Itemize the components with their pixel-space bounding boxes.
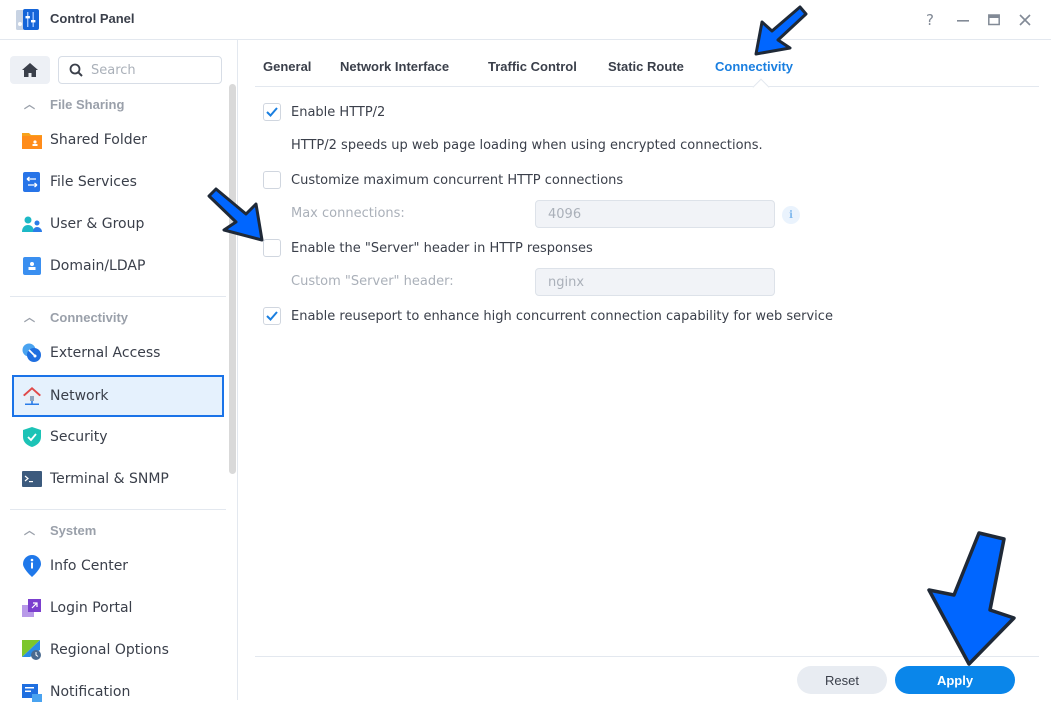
checkmark-icon	[266, 107, 278, 117]
http2-description: HTTP/2 speeds up web page loading when u…	[291, 138, 763, 153]
custom-server-header-input[interactable]: nginx	[535, 268, 775, 296]
custom-server-header-label: Custom "Server" header:	[291, 274, 454, 289]
sidebar-item-network[interactable]: Network	[12, 375, 224, 417]
sidebar-item-label: Domain/LDAP	[50, 258, 146, 274]
sidebar-item-label: User & Group	[50, 216, 145, 232]
max-connections-checkbox[interactable]	[263, 171, 281, 189]
sidebar-item-label: Security	[50, 429, 108, 445]
sidebar-item-label: File Services	[50, 174, 137, 190]
tab-bar: General Network Interface Traffic Contro…	[255, 40, 1039, 96]
server-header-checkbox[interactable]	[263, 239, 281, 257]
sidebar-item-regional-options[interactable]: Regional Options	[12, 630, 224, 670]
http2-option: Enable HTTP/2	[263, 103, 385, 121]
sidebar-item-label: Terminal & SNMP	[50, 471, 169, 487]
title-bar: Control Panel ?	[0, 0, 1051, 40]
http2-label: Enable HTTP/2	[291, 104, 386, 120]
section-header-system[interactable]: ︿ System	[24, 522, 96, 538]
search-box[interactable]	[58, 56, 222, 84]
tab-traffic-control[interactable]: Traffic Control	[488, 59, 577, 74]
annotation-arrow-icon	[927, 531, 1016, 666]
sidebar-item-label: Network	[50, 388, 109, 404]
tab-general[interactable]: General	[263, 59, 311, 74]
sidebar-item-file-services[interactable]: File Services	[12, 162, 224, 202]
sidebar-item-label: Regional Options	[50, 642, 169, 658]
reuseport-option: Enable reuseport to enhance high concurr…	[263, 307, 833, 325]
minimize-icon	[957, 20, 969, 22]
chevron-up-icon: ︿	[24, 525, 35, 537]
sidebar-item-info-center[interactable]: Info Center	[12, 546, 224, 586]
tab-connectivity[interactable]: Connectivity	[715, 59, 793, 74]
sidebar-item-terminal-snmp[interactable]: Terminal & SNMP	[12, 459, 224, 499]
apply-button[interactable]: Apply	[895, 666, 1015, 694]
control-panel-app-icon	[16, 9, 39, 30]
domain-ldap-icon	[22, 256, 42, 276]
sidebar-item-security[interactable]: Security	[12, 417, 224, 457]
server-header-label: Enable the "Server" header in HTTP respo…	[291, 240, 593, 256]
minimize-button[interactable]	[953, 10, 973, 30]
close-icon	[1019, 14, 1031, 26]
notification-icon	[22, 682, 42, 702]
security-shield-icon	[22, 427, 42, 447]
tab-static-route[interactable]: Static Route	[608, 59, 684, 74]
shared-folder-icon	[22, 130, 42, 150]
reuseport-label: Enable reuseport to enhance high concurr…	[291, 308, 833, 324]
reset-button[interactable]: Reset	[797, 666, 887, 694]
help-icon: ?	[926, 11, 934, 29]
section-divider	[10, 509, 226, 510]
info-icon[interactable]: i	[782, 206, 800, 224]
user-group-icon	[22, 214, 42, 234]
sidebar-item-label: Login Portal	[50, 600, 133, 616]
section-title: Connectivity	[50, 309, 129, 325]
login-portal-icon	[22, 598, 42, 618]
sidebar-item-label: Shared Folder	[50, 132, 148, 148]
max-connections-input[interactable]: 4096	[535, 200, 775, 228]
close-button[interactable]	[1015, 10, 1035, 30]
chevron-up-icon: ︿	[24, 312, 35, 324]
regional-options-icon	[22, 640, 42, 660]
home-icon	[22, 63, 38, 77]
section-header-connectivity[interactable]: ︿ Connectivity	[24, 309, 128, 325]
http2-checkbox[interactable]	[263, 103, 281, 121]
max-connections-option: Customize maximum concurrent HTTP connec…	[263, 171, 623, 189]
section-title: System	[50, 522, 97, 538]
max-connections-field-label: Max connections:	[291, 206, 405, 221]
home-button[interactable]	[10, 56, 50, 84]
sidebar-item-user-group[interactable]: User & Group	[12, 204, 224, 244]
sidebar-item-shared-folder[interactable]: Shared Folder	[12, 120, 224, 160]
file-services-icon	[22, 172, 42, 192]
section-title: File Sharing	[50, 96, 125, 112]
section-header-file-sharing[interactable]: ︿ File Sharing	[24, 96, 124, 112]
footer-divider	[255, 656, 1039, 657]
search-input[interactable]	[91, 62, 201, 78]
tab-network-interface[interactable]: Network Interface	[340, 59, 449, 74]
search-icon	[69, 63, 83, 77]
terminal-icon	[22, 469, 42, 489]
maximize-button[interactable]	[984, 10, 1004, 30]
server-header-option: Enable the "Server" header in HTTP respo…	[263, 239, 593, 257]
sidebar-scrollbar[interactable]	[229, 84, 236, 474]
sidebar-item-external-access[interactable]: External Access	[12, 333, 224, 373]
network-icon	[22, 386, 42, 406]
max-connections-label: Customize maximum concurrent HTTP connec…	[291, 172, 624, 188]
sidebar-item-label: External Access	[50, 345, 161, 361]
sidebar-item-label: Notification	[50, 684, 131, 700]
maximize-icon	[988, 14, 1000, 26]
help-button[interactable]: ?	[920, 10, 940, 30]
chevron-up-icon: ︿	[24, 99, 35, 111]
external-access-icon	[22, 343, 42, 363]
sidebar: ︿ File Sharing Shared Folder File Servic…	[0, 40, 238, 702]
sidebar-item-label: Info Center	[50, 558, 129, 574]
section-divider	[10, 296, 226, 297]
sidebar-item-notification[interactable]: Notification	[12, 672, 224, 712]
sidebar-item-domain-ldap[interactable]: Domain/LDAP	[12, 246, 224, 286]
active-tab-indicator	[752, 78, 770, 96]
sidebar-item-login-portal[interactable]: Login Portal	[12, 588, 224, 628]
checkmark-icon	[266, 311, 278, 321]
reuseport-checkbox[interactable]	[263, 307, 281, 325]
window-title: Control Panel	[50, 11, 135, 26]
info-center-icon	[22, 555, 42, 577]
